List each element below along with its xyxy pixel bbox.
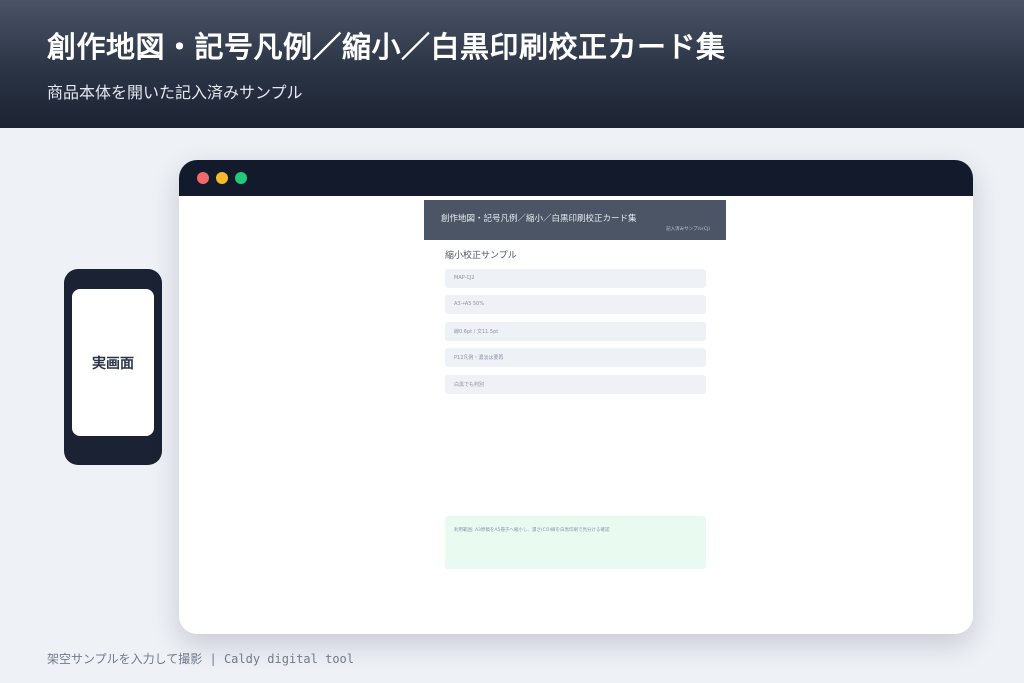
- browser-window: 創作地図・記号凡例／縮小／白黒印刷校正カード集 記入済みサンプル(CJ) 縮小校…: [179, 160, 973, 634]
- field-line-text-size[interactable]: 線0.6pt / 文11.5pt: [445, 322, 706, 341]
- phone-screen: 実画面: [72, 289, 154, 436]
- page-header-title: 創作地図・記号凡例／縮小／白黒印刷校正カード集: [441, 214, 637, 224]
- section-title: 縮小校正サンプル: [445, 251, 517, 261]
- close-window-button[interactable]: [197, 172, 209, 184]
- page-preview: 創作地図・記号凡例／縮小／白黒印刷校正カード集 記入済みサンプル(CJ) 縮小校…: [424, 200, 726, 630]
- minimize-window-button[interactable]: [216, 172, 228, 184]
- phone-mockup: 実画面: [64, 269, 162, 465]
- note-text: 利用範囲: A3原稿をA5冊子へ縮小し、濃さ(CO)線を白黒印刷で見分ける確認: [454, 528, 610, 533]
- browser-title-bar: [179, 160, 973, 196]
- hero-subtitle: 商品本体を開いた記入済みサンプル: [47, 83, 303, 102]
- field-value: A3→A5 50%: [454, 301, 485, 307]
- field-map-id[interactable]: MAP-CJ2: [445, 269, 706, 288]
- field-value: 白黒でも判別: [454, 382, 485, 388]
- field-scale[interactable]: A3→A5 50%: [445, 295, 706, 314]
- footer-caption: 架空サンプルを入力して撮影 | Caldy digital tool: [47, 652, 354, 666]
- field-legend-note[interactable]: P12凡例・濃淡は要再: [445, 348, 706, 367]
- hero-banner: 創作地図・記号凡例／縮小／白黒印刷校正カード集 商品本体を開いた記入済みサンプル: [0, 0, 1024, 128]
- maximize-window-button[interactable]: [235, 172, 247, 184]
- note-box[interactable]: 利用範囲: A3原稿をA5冊子へ縮小し、濃さ(CO)線を白黒印刷で見分ける確認: [445, 516, 706, 569]
- page-header: 創作地図・記号凡例／縮小／白黒印刷校正カード集 記入済みサンプル(CJ): [424, 200, 726, 240]
- field-value: 線0.6pt / 文11.5pt: [454, 329, 499, 335]
- page-header-tag: 記入済みサンプル(CJ): [666, 227, 710, 232]
- field-value: MAP-CJ2: [454, 275, 475, 281]
- hero-title: 創作地図・記号凡例／縮小／白黒印刷校正カード集: [47, 30, 726, 64]
- phone-screen-label: 実画面: [92, 355, 134, 372]
- field-bw-check[interactable]: 白黒でも判別: [445, 375, 706, 394]
- field-value: P12凡例・濃淡は要再: [454, 355, 504, 361]
